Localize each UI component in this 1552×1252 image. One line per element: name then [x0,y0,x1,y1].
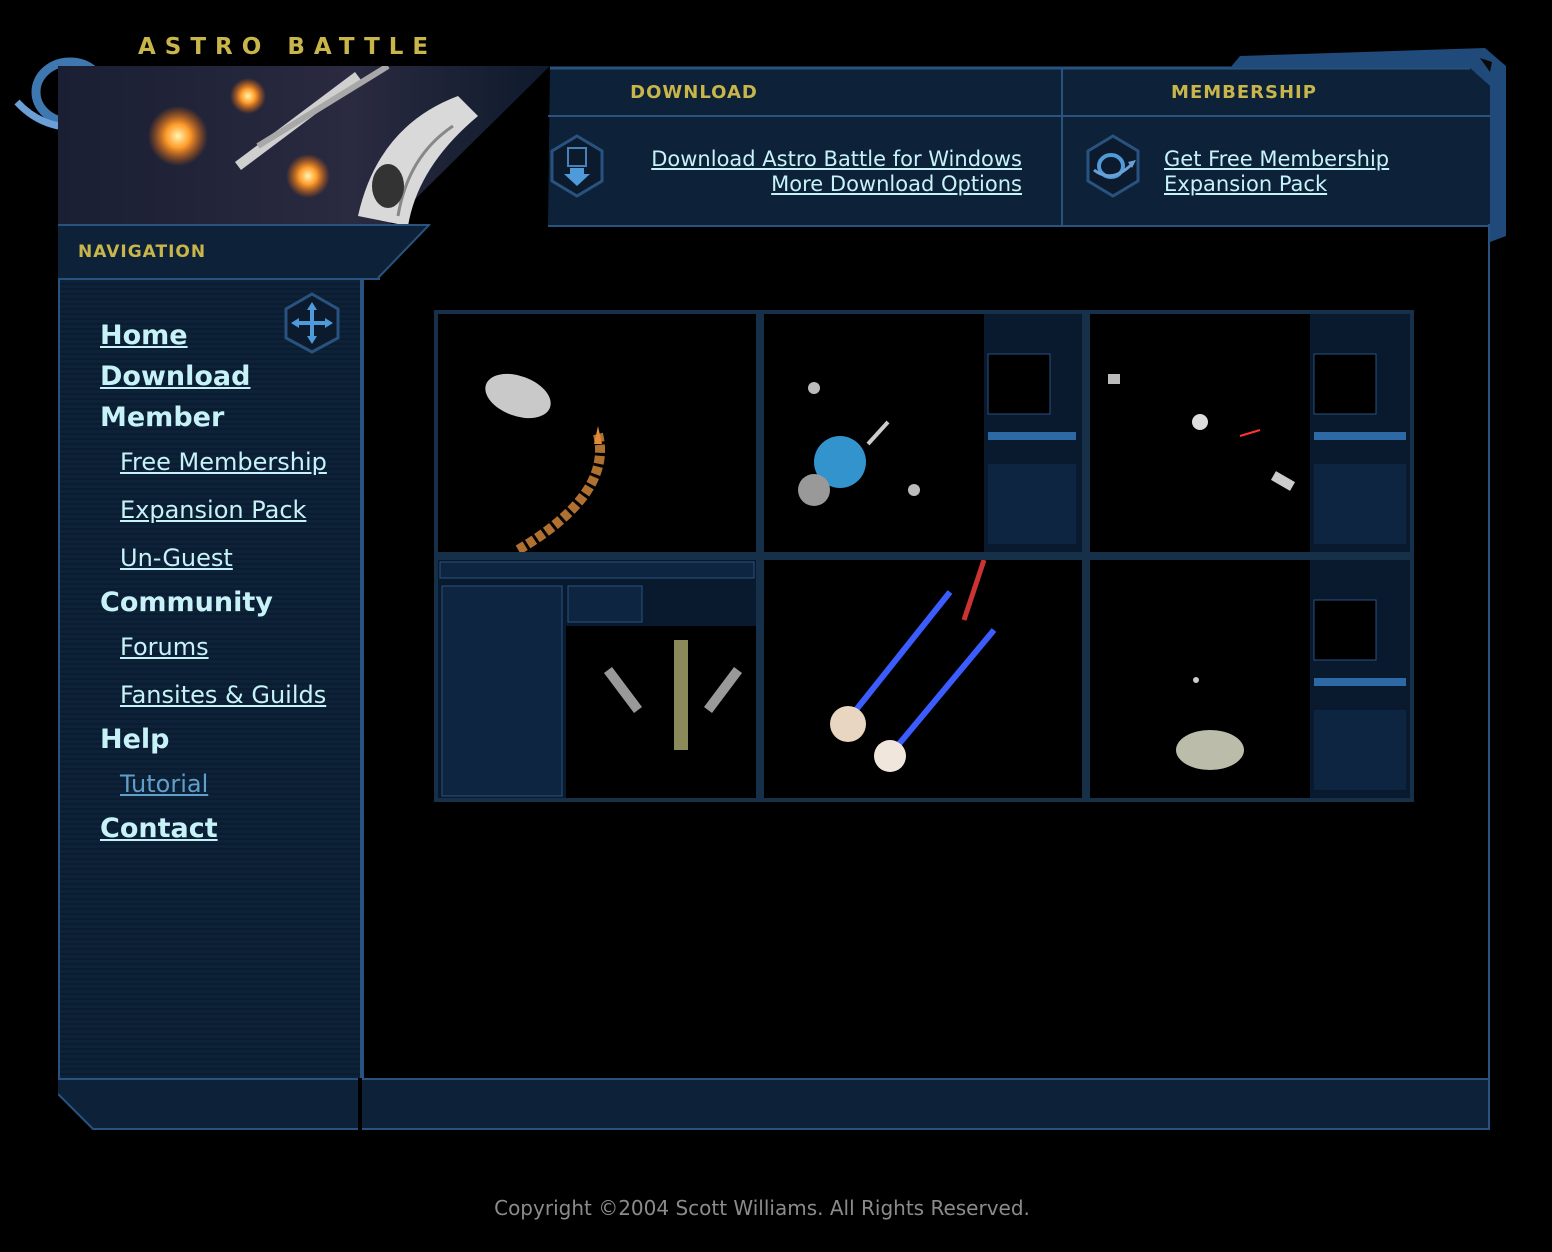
copyright-text: Copyright ©2004 Scott Williams. All Righ… [494,1196,1030,1220]
get-free-membership-link[interactable]: Get Free Membership [1164,147,1389,172]
nav-tutorial-link[interactable]: Tutorial [120,770,208,798]
screenshot-asteroid-radar[interactable] [1090,560,1410,798]
nav-expansion-pack-link[interactable]: Expansion Pack [120,496,306,524]
screenshot-gallery [434,310,1414,802]
membership-heading: MEMBERSHIP [1171,82,1317,103]
footer-frame [58,1078,1490,1130]
header-banner-image [58,66,550,226]
nav-download-link[interactable]: Download [100,361,250,392]
screenshot-combat-gameplay[interactable] [1090,314,1410,552]
nav-community-heading: Community [100,587,273,618]
more-download-options-link[interactable]: More Download Options [651,172,1022,197]
download-arrow-icon [550,134,604,198]
nav-fansites-guilds-link[interactable]: Fansites & Guilds [120,681,326,709]
nav-forums-link[interactable]: Forums [120,633,209,661]
membership-links: Get Free Membership Expansion Pack [1164,147,1389,197]
screenshot-ship-editor[interactable] [438,560,756,798]
content-divider [360,280,363,1080]
membership-planet-icon [1086,134,1140,198]
screenshot-asteroid-gameplay[interactable] [438,314,756,552]
sidebar [58,280,364,1080]
navigation-compass-icon [284,292,340,354]
nav-contact-link[interactable]: Contact [100,813,218,844]
nav-free-membership-link[interactable]: Free Membership [120,448,327,476]
nav-un-guest-link[interactable]: Un-Guest [120,544,233,572]
download-heading: DOWNLOAD [630,82,758,103]
screenshot-beam-weapons[interactable] [764,560,1082,798]
top-panel-frame [548,48,1506,242]
navigation-heading: NAVIGATION [78,242,207,262]
nav-member-heading: Member [100,402,225,433]
expansion-pack-link[interactable]: Expansion Pack [1164,172,1389,197]
download-links: Download Astro Battle for Windows More D… [651,147,1022,197]
screenshot-radar-gameplay[interactable] [764,314,1082,552]
download-windows-link[interactable]: Download Astro Battle for Windows [651,147,1022,172]
nav-help-heading: Help [100,724,170,755]
nav-home-link[interactable]: Home [100,320,188,351]
